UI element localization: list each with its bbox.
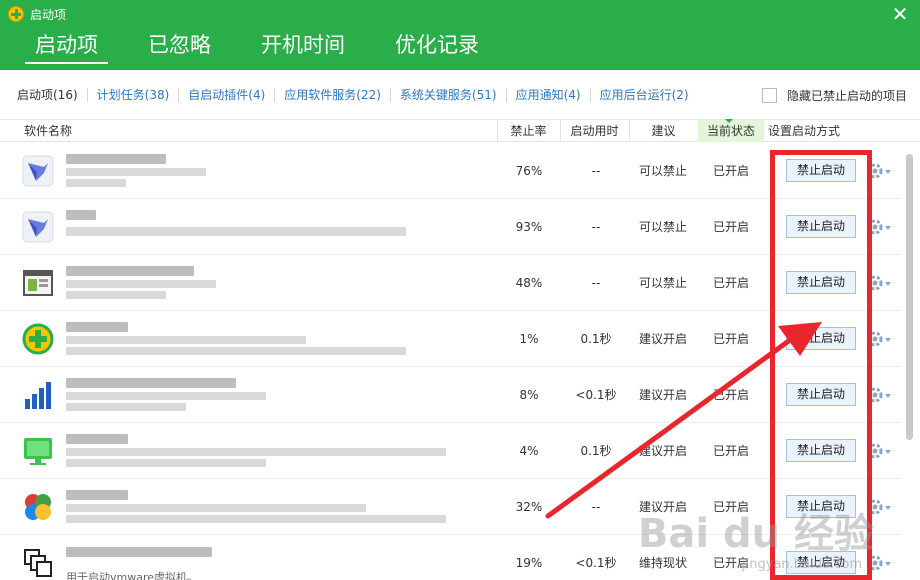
subtab-background-apps[interactable]: 应用后台运行(2) [591,88,698,102]
software-name-redacted [66,431,486,473]
main-tabs: 启动项 已忽略 开机时间 优化记录 [25,30,519,64]
suggestion: 建议开启 [638,444,687,458]
bird-icon [22,155,54,187]
tab-boot-time[interactable]: 开机时间 [251,30,355,64]
disable-rate: 4% [519,444,539,458]
start-time: 0.1秒 [580,444,612,458]
software-name-redacted: 用于启动vmware虚拟机。 [66,543,486,580]
subtab-scheduled-tasks[interactable]: 计划任务(38) [88,87,180,102]
suggestion: 可以禁止 [638,164,687,178]
bird-icon [22,211,54,243]
subtab-app-services[interactable]: 应用软件服务(22) [275,87,391,102]
start-time: -- [591,276,601,290]
monitor-icon [24,438,52,465]
software-name-redacted [66,487,486,529]
software-name-redacted [66,319,486,361]
disable-rate: 19% [515,556,543,570]
close-button[interactable]: ✕ [890,4,910,24]
subtab-autostart-plugins[interactable]: 自启动插件(4) [179,87,276,102]
suggestion: 建议开启 [638,388,687,402]
start-time: <0.1秒 [575,388,617,402]
subtab-startup-items[interactable]: 启动项(16) [15,87,88,102]
suggestion: 可以禁止 [638,220,687,234]
col-software-name[interactable]: 软件名称 [24,120,72,142]
tab-optimize-log[interactable]: 优化记录 [385,30,489,64]
table-row[interactable]: 76% -- 可以禁止 已开启 禁止启动 [0,143,900,199]
current-status: 已开启 [712,332,749,346]
col-startup-method: 设置启动方式 [768,124,841,138]
start-time: -- [591,220,601,234]
tab-ignored[interactable]: 已忽略 [138,30,221,64]
table-row[interactable]: 93% -- 可以禁止 已开启 禁止启动 [0,199,900,255]
start-time: <0.1秒 [575,556,617,570]
col-suggestion[interactable]: 建议 [629,120,697,142]
plus-shield-icon [22,323,54,355]
subtab-app-notifications[interactable]: 应用通知(4) [507,87,591,102]
watermark-logo: Bai du 经验 [637,511,874,557]
software-description: 用于启动vmware虚拟机。 [66,571,199,580]
title-bar: 启动项 [8,5,66,23]
app-logo-icon [8,6,24,22]
column-header: 软件名称 禁止率 启动用时 建议 当前状态 设置启动方式 [0,119,920,142]
current-status: 已开启 [712,388,749,402]
suggestion: 建议开启 [638,332,687,346]
subtab-system-services[interactable]: 系统关键服务(51) [391,87,507,102]
start-time: 0.1秒 [580,332,612,346]
watermark-url: jingyan.baidu.com [742,557,862,572]
software-name-redacted [66,375,486,417]
disable-rate: 8% [519,388,539,402]
disable-rate: 1% [519,332,539,346]
col-disable-rate[interactable]: 禁止率 [497,120,559,142]
current-status: 已开启 [712,276,749,290]
current-status: 已开启 [712,164,749,178]
window-icon [23,270,53,296]
suggestion: 可以禁止 [638,276,687,290]
hide-disabled-option: 隐藏已禁止启动的项目 [761,87,907,104]
sub-tabs: 启动项(16) 计划任务(38) 自启动插件(4) 应用软件服务(22) 系统关… [0,70,920,120]
colorful-circles-icon [25,494,51,520]
disable-rate: 48% [515,276,543,290]
software-name-redacted [66,263,486,305]
table-row[interactable]: 1% 0.1秒 建议开启 已开启 禁止启动 [0,311,900,367]
hide-disabled-checkbox[interactable] [761,88,777,103]
scrollbar-thumb[interactable] [906,154,913,440]
bar-chart-icon [25,382,51,409]
col-current-status[interactable]: 当前状态 [698,119,764,142]
hide-disabled-label[interactable]: 隐藏已禁止启动的项目 [787,87,907,104]
window-title: 启动项 [30,7,67,22]
table-row[interactable]: 48% -- 可以禁止 已开启 禁止启动 [0,255,900,311]
start-time: -- [591,164,601,178]
disable-rate: 76% [515,164,543,178]
col-start-time[interactable]: 启动用时 [560,120,628,142]
current-status: 已开启 [712,444,749,458]
tab-startup[interactable]: 启动项 [25,30,108,64]
start-time: -- [591,500,601,514]
disable-rate: 93% [515,220,543,234]
table-row[interactable]: 4% 0.1秒 建议开启 已开启 禁止启动 [0,423,900,479]
app-header: 启动项 ✕ 启动项 已忽略 开机时间 优化记录 [0,0,920,70]
disable-rate: 32% [515,500,543,514]
software-name-redacted [66,151,486,193]
vertical-scrollbar[interactable] [903,150,913,580]
table-row[interactable]: 8% <0.1秒 建议开启 已开启 禁止启动 [0,367,900,423]
current-status: 已开启 [712,220,749,234]
software-name-redacted [66,207,486,249]
vmware-icon [24,549,52,577]
